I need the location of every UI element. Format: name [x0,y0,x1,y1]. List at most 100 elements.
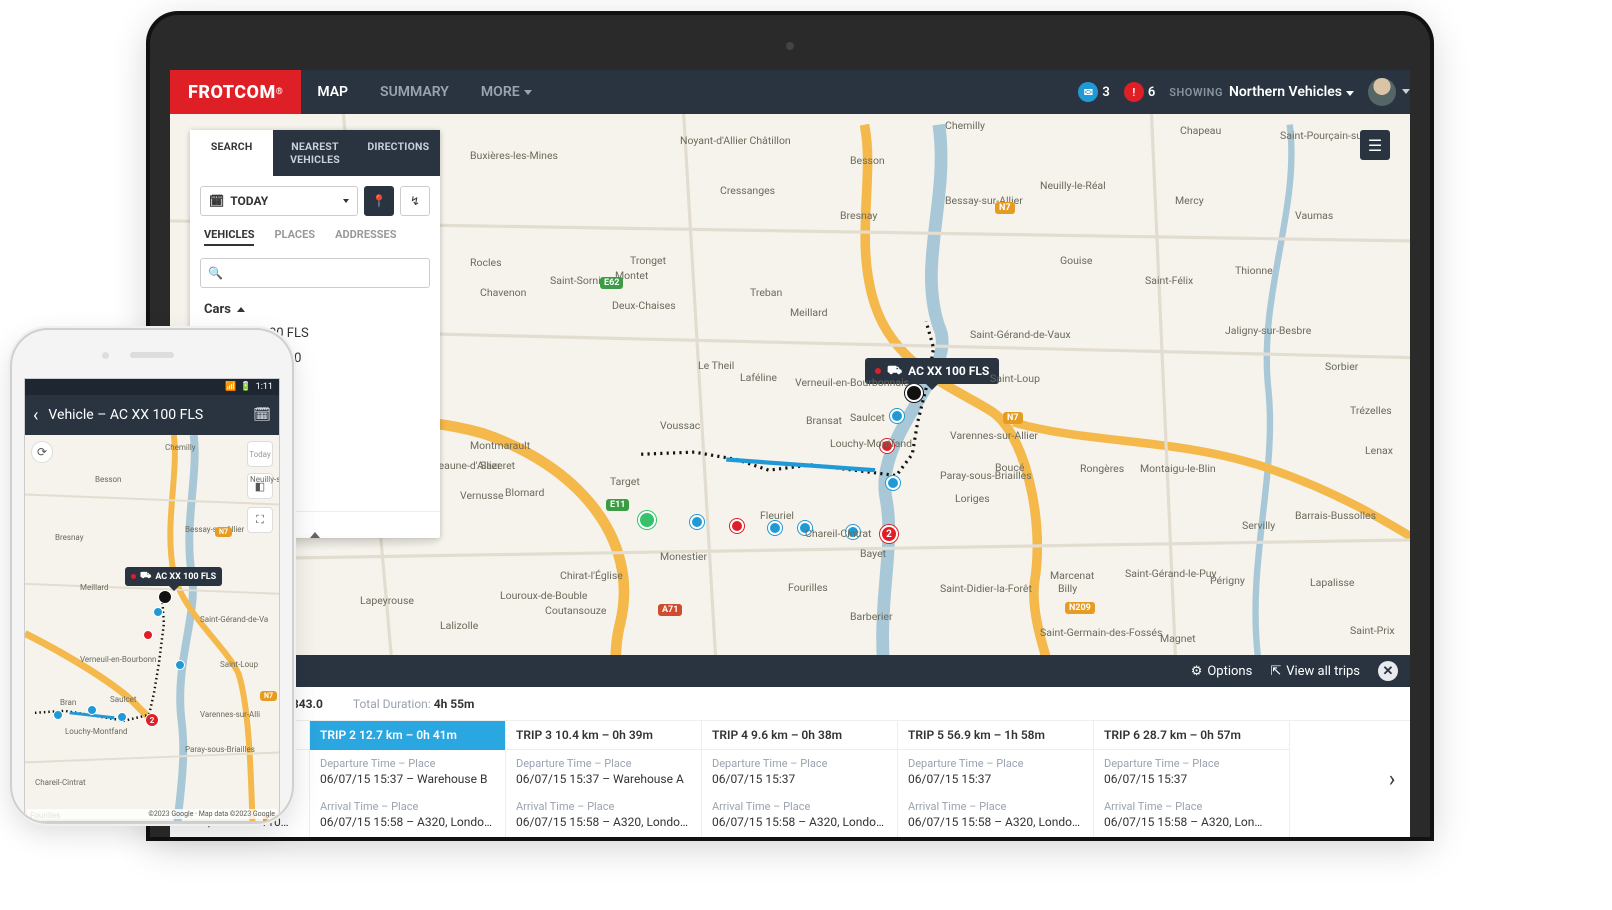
back-button[interactable]: ‹ [33,405,38,426]
trip-card-value: 06/07/15 15:37 [1094,770,1289,793]
road-shield: N7 [995,202,1015,214]
route-alert-count-marker[interactable]: 2 [145,713,159,727]
tab-nearest-vehicles[interactable]: NEAREST VEHICLES [273,130,356,176]
trip-card-title: TRIP 6 28.7 km – 0h 57m [1094,721,1289,750]
laptop-device: FROTCOM® MAP SUMMARY MORE ✉ 3 ! 6 SHOWIN… [150,15,1430,837]
status-dot-icon [131,574,136,579]
pin-icon: 📍 [372,194,387,208]
route-stop-marker[interactable] [768,521,782,535]
trips-body: 0h 26m Place Warehouse A Place A320, Lon… [170,721,1410,837]
map-menu-button[interactable]: ☰ [1360,130,1390,160]
trip-card[interactable]: TRIP 5 56.9 km – 1h 58m Departure Time –… [898,721,1094,837]
trip-card[interactable]: TRIP 4 9.6 km – 0h 38m Departure Time – … [702,721,898,837]
trip-card-value: 06/07/15 15:58 – A320, London W10… [898,813,1093,836]
filter-select[interactable]: Northern Vehicles [1229,84,1354,100]
trip-card-label: Arrival Time – Place [1094,793,1289,813]
route-toggle-button[interactable]: ↯ [400,186,430,216]
pin-toggle-button[interactable]: 📍 [364,186,394,216]
phone-screen: 📶 🔋 1:11 ‹ Vehicle – AC XX 100 FLS 🗓 [24,378,280,822]
trip-card-value: 06/07/15 15:37 [702,770,897,793]
chevron-down-icon [343,199,349,203]
trip-card[interactable]: TRIP 3 10.4 km – 0h 39m Departure Time –… [506,721,702,837]
trip-card-label: Arrival Time – Place [702,793,897,813]
trip-card-value: 06/07/15 15:37 – Warehouse B [310,770,505,793]
fullscreen-icon: ⛶ [256,513,264,527]
phone-vehicle-label[interactable]: ⛟ AC XX 100 FLS [125,567,222,586]
trip-card[interactable]: TRIP 2 12.7 km – 0h 41m Departure Time –… [310,721,506,837]
fullscreen-button[interactable]: ⛶ [247,507,273,533]
main-area: ⛟ AC XX 100 FLS Noyant-d'Allier Châtillo… [170,114,1410,837]
trip-card-label: Departure Time – Place [310,750,505,770]
top-nav: FROTCOM® MAP SUMMARY MORE ✉ 3 ! 6 SHOWIN… [170,70,1410,114]
trips-options-button[interactable]: ⚙ Options [1191,664,1253,679]
external-link-icon: ⇱ [1270,664,1281,679]
route-end-marker[interactable] [905,384,923,402]
phone-map[interactable]: ⟳ Today ◧ ⛶ ⛟ AC XX 100 FLS 2 Chemilly B… [25,435,279,821]
route-stop-marker[interactable] [175,660,185,670]
route-stop-marker[interactable] [153,607,163,617]
route-start-marker[interactable] [638,511,656,529]
route-stop-marker[interactable] [798,521,812,535]
date-range-button[interactable]: 🗓 TODAY [200,186,358,216]
route-stop-marker[interactable] [846,525,860,539]
subtab-addresses[interactable]: ADDRESSES [335,228,396,246]
vehicle-map-label[interactable]: ⛟ AC XX 100 FLS [865,358,999,384]
road-shield: A71 [658,604,682,616]
route-stop-marker[interactable] [886,476,900,490]
status-dot-icon [875,368,881,374]
today-chip[interactable]: Today [247,441,273,467]
trip-card-title: TRIP 3 10.4 km – 0h 39m [506,721,701,750]
tab-directions[interactable]: DIRECTIONS [357,130,440,176]
nav-map[interactable]: MAP [301,70,364,114]
alert-icon: ! [1124,82,1144,102]
battery-icon: 🔋 [240,382,251,392]
trip-card-value: 06/07/15 15:58 – A320, Lon… [1094,813,1289,836]
laptop-screen: FROTCOM® MAP SUMMARY MORE ✉ 3 ! 6 SHOWIN… [170,70,1410,837]
vehicle-group-header[interactable]: Cars [190,294,440,321]
route-alert-count-marker[interactable] [880,525,898,543]
search-input[interactable] [200,258,430,288]
search-icon: 🔍 [208,266,223,280]
route-end-marker[interactable] [158,590,172,604]
mail-icon: ✉ [1078,82,1098,102]
trip-card-value: 06/07/15 15:37 [898,770,1093,793]
phone-speaker-icon [130,352,174,358]
road-shield: E11 [606,499,629,511]
route-stop-marker[interactable] [53,710,63,720]
subtab-vehicles[interactable]: VEHICLES [204,228,254,246]
chevron-right-icon: › [1389,767,1396,792]
mail-badge[interactable]: ✉ 3 [1078,82,1109,102]
calendar-button[interactable]: 🗓 [253,407,271,423]
hamburger-icon: ☰ [1368,136,1382,155]
route-alert-marker[interactable] [730,519,744,533]
route-alert-marker[interactable] [880,439,894,453]
map-attribution: ©2023 Google · Map data ©2023 Google [27,809,277,819]
route-alert-marker[interactable] [143,630,153,640]
trip-card-label: Departure Time – Place [506,750,701,770]
trips-next-button[interactable]: › [1374,721,1410,837]
view-all-trips-button[interactable]: ⇱ View all trips [1270,664,1360,679]
close-trips-button[interactable]: ✕ [1378,661,1398,681]
trip-card[interactable]: TRIP 6 28.7 km – 0h 57m Departure Time –… [1094,721,1290,837]
alerts-badge[interactable]: ! 6 [1124,82,1155,102]
nav-summary[interactable]: SUMMARY [364,70,465,114]
layers-button[interactable]: ◧ [247,473,273,499]
tab-search[interactable]: SEARCH [190,130,273,176]
route-stop-marker[interactable] [117,712,127,722]
brand-logo[interactable]: FROTCOM® [170,70,301,114]
route-stop-marker[interactable] [87,705,97,715]
road-shield: N209 [1065,602,1095,614]
route-stop-marker[interactable] [890,409,904,423]
gear-icon: ⚙ [1191,664,1203,679]
signal-icon: 📶 [225,382,236,392]
trip-card-title: TRIP 5 56.9 km – 1h 58m [898,721,1093,750]
statusbar-time: 1:11 [256,382,273,392]
road-shield: N7 [215,527,232,537]
trips-header: FLS TRIPS ⚙ Options ⇱ View all trips ✕ [170,655,1410,687]
refresh-button[interactable]: ⟳ [31,441,53,463]
search-panel-tabs: SEARCH NEAREST VEHICLES DIRECTIONS [190,130,440,176]
subtab-places[interactable]: PLACES [274,228,315,246]
user-avatar[interactable] [1368,78,1396,106]
route-stop-marker[interactable] [690,515,704,529]
nav-more[interactable]: MORE [465,70,548,114]
